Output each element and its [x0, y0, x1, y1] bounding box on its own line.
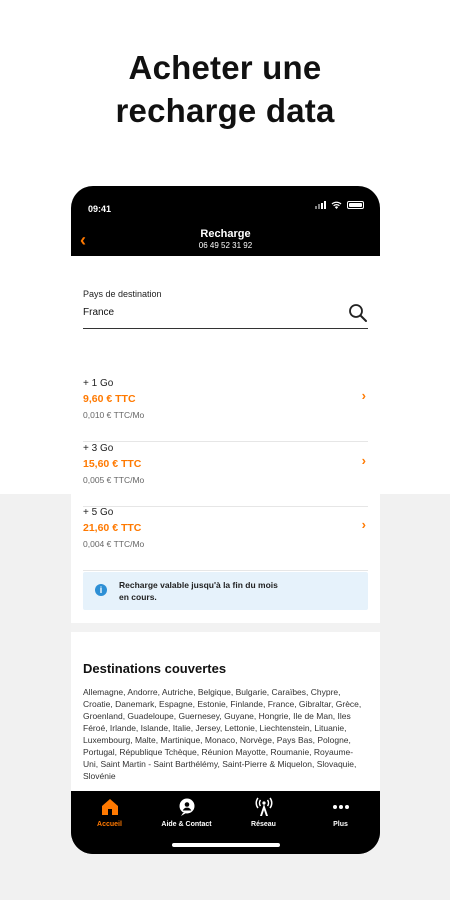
tab-label: Réseau [251, 821, 276, 828]
home-icon [101, 799, 118, 815]
chevron-right-icon: › [361, 388, 366, 403]
tab-plus[interactable]: Plus [302, 797, 379, 828]
chevron-right-icon: › [361, 453, 366, 468]
section-divider [71, 623, 380, 632]
more-dots-icon [332, 805, 349, 809]
offer-row[interactable]: + 3 Go 15,60 € TTC 0,005 € TTC/Mo › [83, 443, 368, 507]
tab-reseau[interactable]: Réseau [225, 797, 302, 828]
info-icon: i [95, 584, 107, 596]
help-contact-icon [179, 798, 194, 816]
tab-label: Plus [333, 821, 348, 828]
offer-price: 21,60 € TTC [83, 522, 142, 534]
status-bar: 09:41 [71, 186, 380, 224]
phone-frame: 09:41 ‹ Recharge 06 49 52 31 92 Pays de … [71, 186, 380, 854]
status-time: 09:41 [88, 204, 112, 214]
offer-data-amount: + 1 Go [83, 378, 114, 389]
offer-data-amount: + 5 Go [83, 507, 114, 518]
offer-price: 9,60 € TTC [83, 393, 136, 405]
headline-line-2: recharge data [115, 92, 335, 129]
wifi-icon [331, 201, 342, 209]
tab-label: Accueil [97, 821, 122, 828]
search-icon[interactable] [348, 303, 368, 323]
tab-aide-contact[interactable]: Aide & Contact [148, 797, 225, 828]
recharge-content[interactable]: Pays de destination France + 1 Go 9,60 €… [71, 256, 380, 791]
chevron-right-icon: › [361, 517, 366, 532]
destination-search-field[interactable]: France [83, 302, 368, 329]
offer-unit-price: 0,010 € TTC/Mo [83, 410, 145, 420]
offer-unit-price: 0,005 € TTC/Mo [83, 475, 145, 485]
info-banner: i Recharge valable jusqu'à la fin du moi… [83, 572, 368, 610]
info-text-line-1: Recharge valable jusqu'à la fin du mois [119, 580, 278, 590]
offer-unit-price: 0,004 € TTC/Mo [83, 539, 145, 549]
tab-accueil[interactable]: Accueil [71, 797, 148, 828]
destination-label: Pays de destination [83, 289, 162, 299]
destinations-list: Allemagne, Andorre, Autriche, Belgique, … [83, 687, 362, 781]
offer-price: 15,60 € TTC [83, 458, 142, 470]
nav-phone-number: 06 49 52 31 92 [198, 241, 253, 250]
headline-line-1: Acheter une [128, 49, 322, 86]
signal-icon [315, 201, 326, 209]
nav-title: Recharge [200, 228, 251, 240]
destination-value[interactable]: France [83, 307, 114, 318]
tab-label: Aide & Contact [161, 821, 212, 828]
destinations-title: Destinations couvertes [83, 661, 227, 676]
info-text: Recharge valable jusqu'à la fin du mois … [119, 579, 349, 603]
offer-row[interactable]: + 1 Go 9,60 € TTC 0,010 € TTC/Mo › [83, 378, 368, 442]
battery-icon [347, 201, 364, 209]
network-antenna-icon [255, 797, 272, 816]
home-indicator [172, 843, 280, 847]
nav-bar: ‹ Recharge 06 49 52 31 92 [71, 224, 380, 256]
offer-data-amount: + 3 Go [83, 443, 114, 454]
promo-headline: Acheter une recharge data [0, 46, 450, 132]
offer-row[interactable]: + 5 Go 21,60 € TTC 0,004 € TTC/Mo › [83, 507, 368, 571]
status-icons [315, 201, 364, 209]
info-text-line-2: en cours. [119, 592, 157, 602]
